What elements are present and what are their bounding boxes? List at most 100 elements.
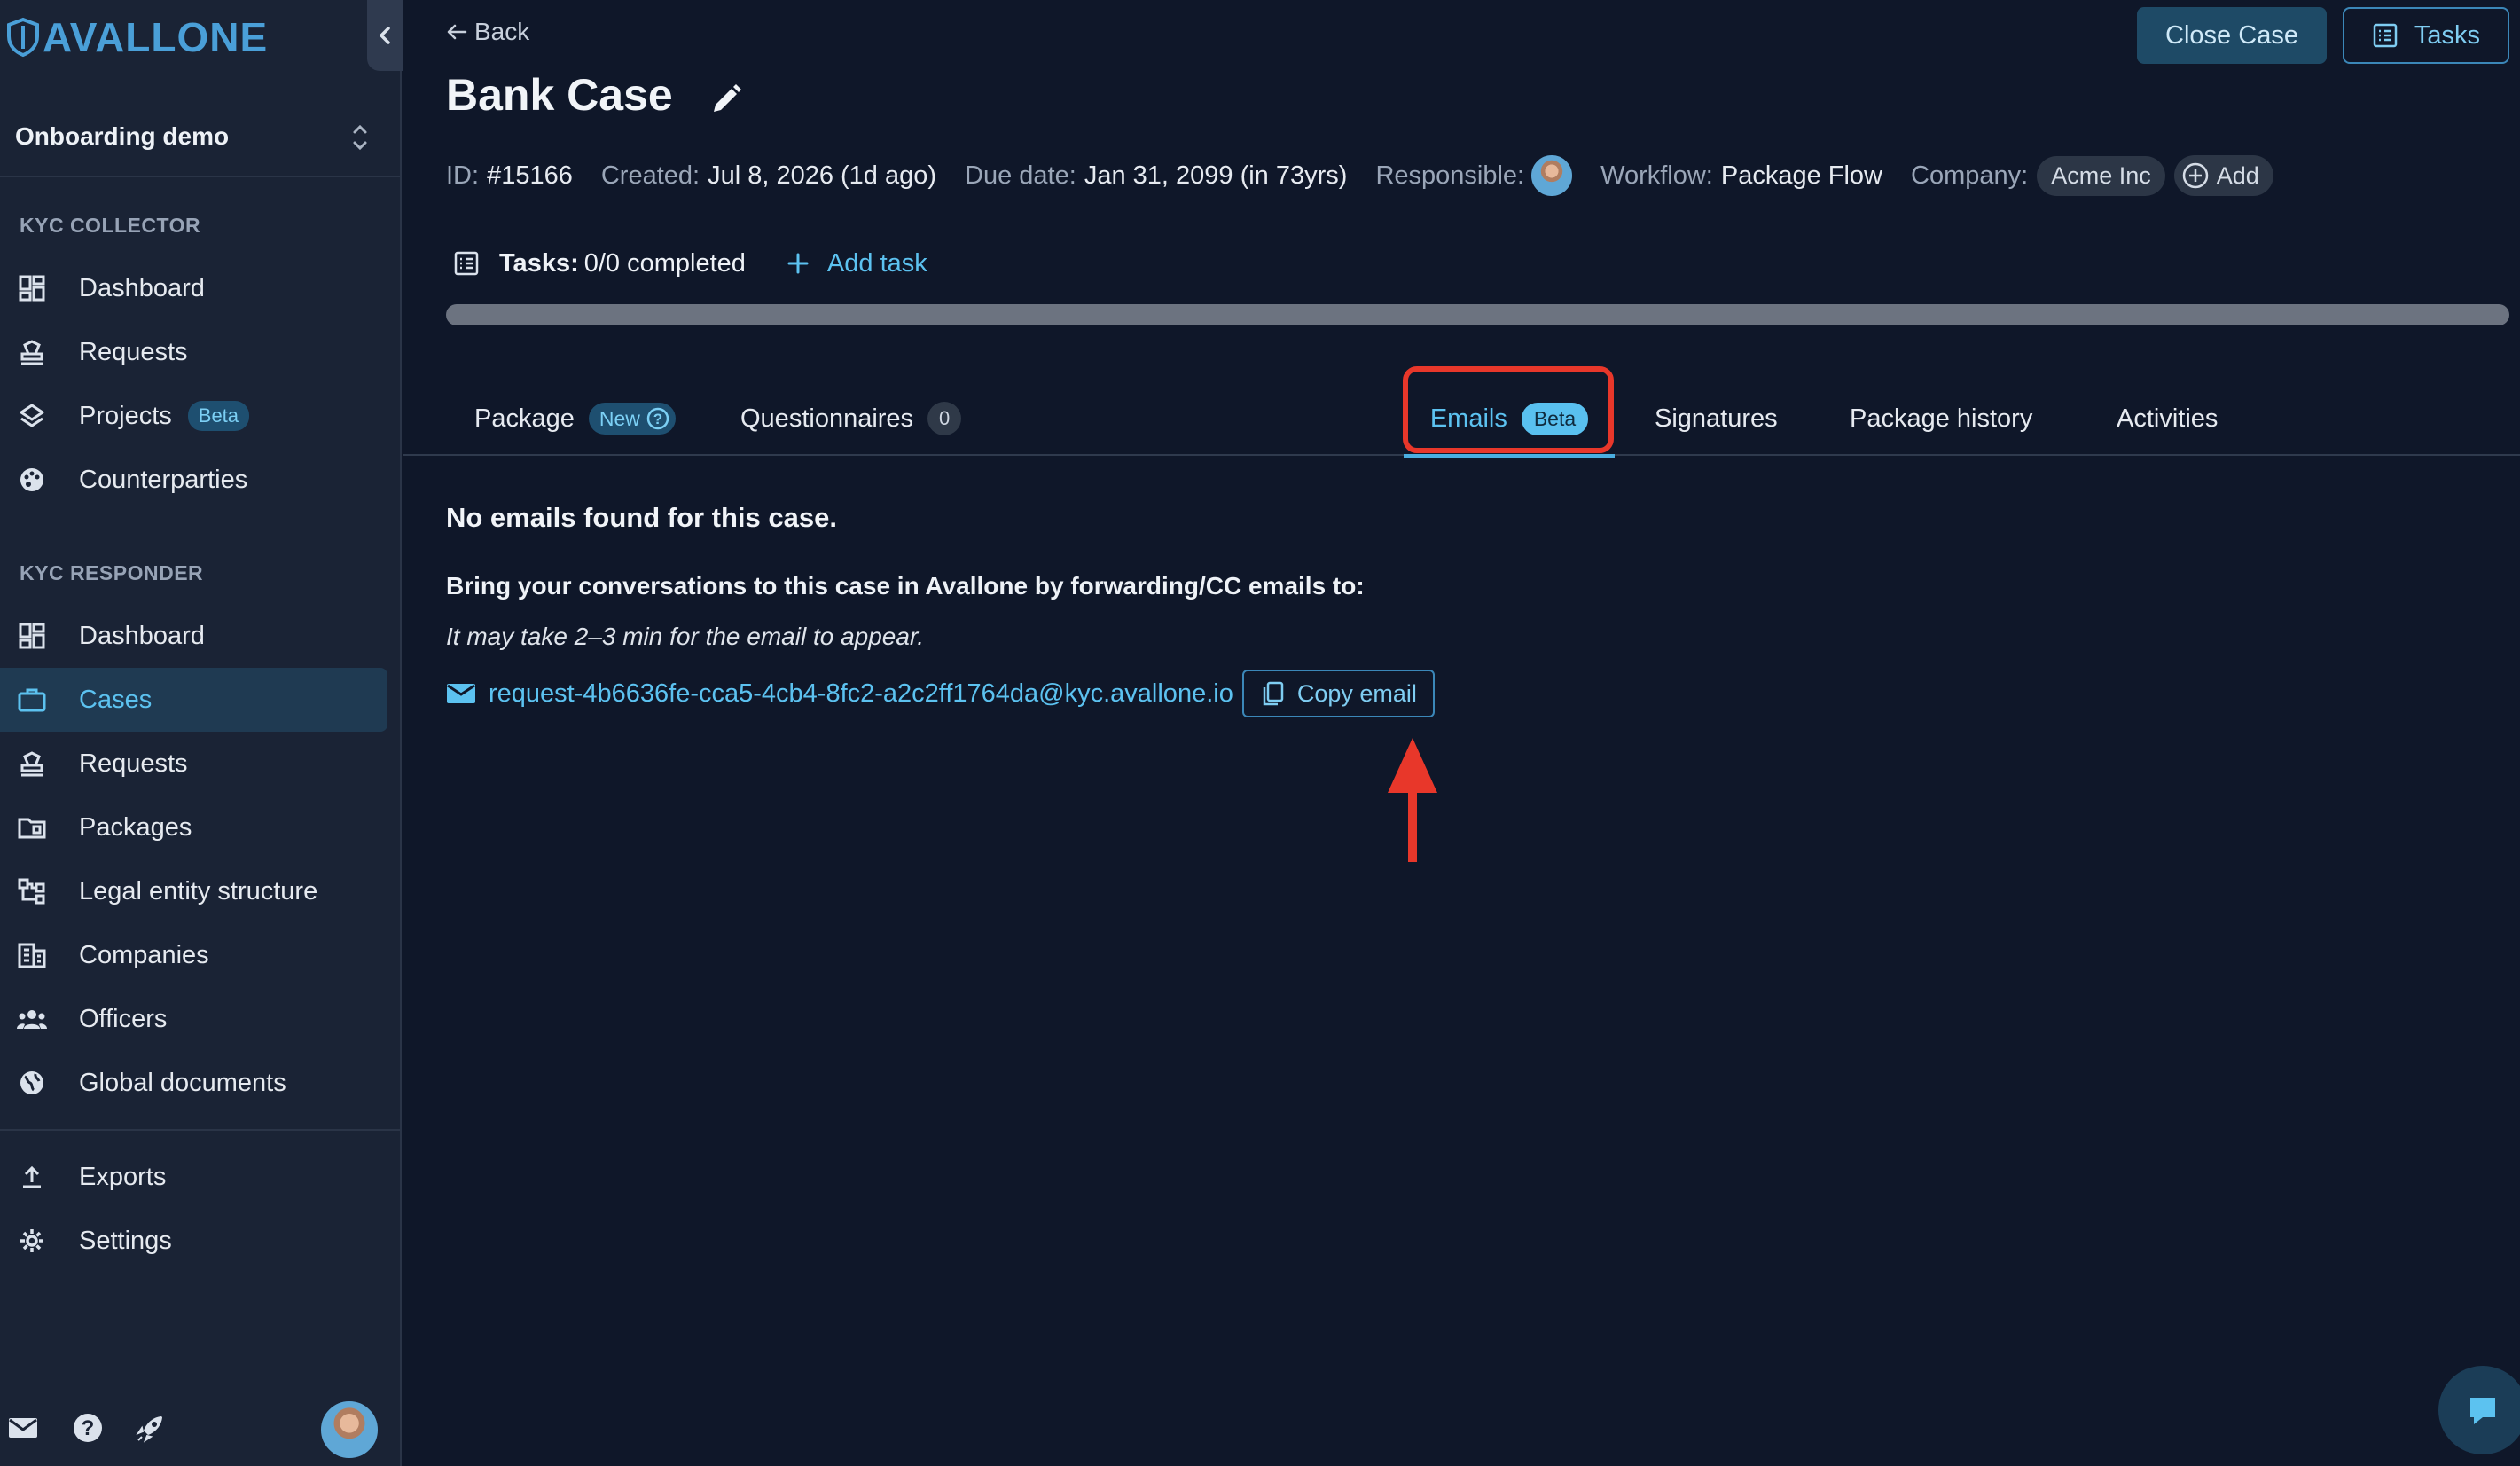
- sidebar-item-responder-requests[interactable]: Requests: [0, 732, 387, 796]
- due-date-value[interactable]: Jan 31, 2099 (in 73yrs): [1084, 161, 1348, 191]
- sidebar-item-projects[interactable]: Projects Beta: [0, 384, 387, 448]
- sidebar-item-responder-dashboard[interactable]: Dashboard: [0, 604, 387, 668]
- folder-icon: [16, 811, 48, 843]
- sidebar-item-exports[interactable]: Exports: [0, 1145, 387, 1209]
- layers-icon: [16, 400, 48, 432]
- responsible-label: Responsible:: [1375, 161, 1525, 190]
- sidebar-item-counterparties[interactable]: Counterparties: [0, 448, 387, 512]
- palette-icon: [16, 464, 48, 496]
- help-icon[interactable]: ?: [70, 1410, 106, 1446]
- close-case-button[interactable]: Close Case: [2137, 7, 2327, 64]
- tasks-progress-bar: [446, 304, 2509, 325]
- back-link[interactable]: Back: [446, 18, 529, 46]
- tab-label: Package history: [1850, 404, 2033, 433]
- tasks-value: 0/0 completed: [583, 248, 746, 278]
- tasks-label: Tasks:: [499, 248, 579, 278]
- copy-email-button[interactable]: Copy email: [1241, 670, 1435, 717]
- sidebar-item-officers[interactable]: Officers: [0, 987, 387, 1051]
- stamp-icon: [16, 748, 48, 780]
- tasks-button-label: Tasks: [2414, 20, 2481, 50]
- active-tab-indicator: [1404, 454, 1615, 458]
- annotation-arrow-up-icon: [1388, 738, 1437, 862]
- stamp-icon: [16, 336, 48, 368]
- plus-circle-icon: [2182, 162, 2208, 189]
- mail-icon: [447, 684, 475, 703]
- building-icon: [16, 939, 48, 971]
- empty-state-title: No emails found for this case.: [446, 502, 837, 533]
- tab-activities[interactable]: Activities: [2117, 381, 2218, 456]
- chevron-left-icon: [380, 27, 390, 44]
- add-task-label: Add task: [826, 248, 927, 278]
- workspace-switcher[interactable]: Onboarding demo: [0, 98, 402, 177]
- sidebar-item-label: Companies: [79, 940, 209, 969]
- plus-icon: [787, 253, 809, 274]
- tab-label: Package: [474, 404, 575, 433]
- sidebar-item-label: Officers: [79, 1004, 168, 1033]
- upload-icon: [16, 1161, 48, 1193]
- add-company-button[interactable]: Add: [2173, 155, 2273, 196]
- tasks-button[interactable]: Tasks: [2343, 7, 2509, 64]
- sidebar-item-label: Requests: [79, 749, 188, 778]
- sidebar-item-legal-entity-structure[interactable]: Legal entity structure: [0, 859, 387, 923]
- forwarding-email-link[interactable]: request-4b6636fe-cca5-4cb4-8fc2-a2c2ff17…: [489, 679, 1233, 709]
- workflow-label: Workflow:: [1600, 161, 1713, 190]
- delay-note: It may take 2–3 min for the email to app…: [446, 623, 925, 650]
- due-date-label: Due date:: [965, 161, 1076, 190]
- forwarding-email-row: request-4b6636fe-cca5-4cb4-8fc2-a2c2ff17…: [446, 669, 1435, 718]
- sidebar-item-packages[interactable]: Packages: [0, 796, 387, 859]
- created-value: Jul 8, 2026 (1d ago): [708, 161, 937, 190]
- checklist-icon: [2373, 23, 2398, 48]
- collapse-sidebar-button[interactable]: [367, 0, 403, 71]
- globe-icon: [16, 1067, 48, 1099]
- people-icon: [16, 1003, 48, 1035]
- sidebar-item-collector-dashboard[interactable]: Dashboard: [0, 256, 387, 320]
- company-chip[interactable]: Acme Inc: [2037, 155, 2165, 196]
- forwarding-instruction: Bring your conversations to this case in…: [446, 572, 1365, 600]
- sidebar-item-label: Exports: [79, 1162, 167, 1191]
- workspace-name: Onboarding demo: [15, 122, 230, 150]
- sidebar-item-label: Dashboard: [79, 273, 205, 302]
- chat-widget-button[interactable]: [2438, 1366, 2520, 1454]
- beta-badge: Beta: [187, 401, 250, 431]
- sidebar-item-settings[interactable]: Settings: [0, 1209, 387, 1273]
- tab-label: Questionnaires: [740, 404, 914, 433]
- sidebar-item-label: Projects: [79, 401, 172, 430]
- tab-signatures[interactable]: Signatures: [1655, 381, 1778, 456]
- sidebar-item-label: Counterparties: [79, 465, 248, 494]
- sidebar-item-label: Cases: [79, 685, 153, 714]
- svg-text:?: ?: [653, 411, 662, 427]
- app-logo[interactable]: AVALLONE: [5, 12, 268, 62]
- sidebar-item-collector-requests[interactable]: Requests: [0, 320, 387, 384]
- tab-package[interactable]: Package New ?: [474, 381, 676, 456]
- chat-bubble-icon: [2470, 1398, 2495, 1424]
- tab-questionnaires[interactable]: Questionnaires 0: [740, 381, 962, 456]
- sidebar-divider: [0, 1129, 402, 1131]
- pencil-icon[interactable]: [707, 80, 746, 119]
- add-task-button[interactable]: Add task: [787, 249, 927, 278]
- sidebar-item-cases[interactable]: Cases: [0, 668, 387, 732]
- svg-text:?: ?: [82, 1416, 95, 1440]
- help-icon[interactable]: ?: [646, 406, 670, 431]
- sidebar-item-label: Dashboard: [79, 621, 205, 650]
- tab-package-history[interactable]: Package history: [1850, 381, 2032, 456]
- created-label: Created:: [600, 161, 700, 190]
- sidebar-item-label: Settings: [79, 1226, 172, 1255]
- tab-label: Signatures: [1655, 404, 1778, 433]
- hierarchy-icon: [16, 875, 48, 907]
- shield-logo-icon: [7, 17, 39, 58]
- sidebar-item-companies[interactable]: Companies: [0, 923, 387, 987]
- sidebar: AVALLONE Onboarding demo KYC COLLECTOR D…: [0, 0, 403, 1466]
- main-content: Back Close Case Tasks Bank Case ID: #151…: [403, 0, 2520, 1466]
- mail-icon[interactable]: [5, 1410, 41, 1446]
- count-badge: 0: [927, 402, 962, 435]
- responsible-avatar[interactable]: [1531, 155, 1573, 196]
- arrow-left-icon: [447, 24, 467, 40]
- sidebar-item-label: Legal entity structure: [79, 876, 318, 905]
- user-avatar[interactable]: [321, 1401, 378, 1458]
- briefcase-icon: [16, 684, 48, 716]
- copy-icon: [1263, 681, 1284, 706]
- rocket-icon[interactable]: [133, 1410, 168, 1446]
- gear-icon: [16, 1225, 48, 1257]
- sidebar-item-global-documents[interactable]: Global documents: [0, 1051, 387, 1115]
- new-badge: New ?: [588, 403, 676, 435]
